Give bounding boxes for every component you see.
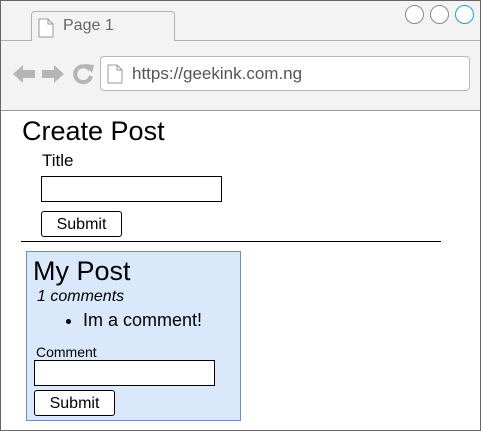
page-icon (38, 18, 54, 43)
tab-label: Page 1 (63, 17, 114, 34)
browser-window: Page 1 https://geekink.com.ng Create Pos… (0, 0, 481, 431)
reload-icon[interactable] (71, 62, 95, 91)
forward-arrow-icon[interactable] (41, 62, 65, 91)
window-circle-button-active[interactable] (455, 5, 474, 24)
window-circle-button[interactable] (430, 5, 449, 24)
page-icon (107, 64, 123, 89)
address-bar[interactable]: https://geekink.com.ng (100, 56, 470, 91)
window-circle-button[interactable] (405, 5, 424, 24)
comment-count: 1 comments (37, 288, 125, 305)
create-post-heading: Create Post (22, 116, 165, 146)
tab-page-1[interactable]: Page 1 (31, 11, 175, 41)
create-post-submit-button[interactable]: Submit (41, 211, 122, 237)
comment-list: Im a comment! (37, 310, 202, 331)
comment-label: Comment (36, 344, 97, 360)
url-text: https://geekink.com.ng (132, 64, 303, 83)
post-title: My Post (33, 256, 131, 286)
title-label: Title (42, 151, 74, 170)
post-card: My Post 1 comments Im a comment! Comment… (26, 251, 241, 421)
title-input[interactable] (41, 176, 222, 202)
back-arrow-icon[interactable] (12, 62, 36, 91)
section-divider (21, 241, 441, 242)
comment-submit-button[interactable]: Submit (34, 390, 115, 416)
comment-input[interactable] (34, 360, 215, 386)
browser-chrome: Page 1 https://geekink.com.ng (1, 1, 480, 111)
comment-item: Im a comment! (83, 310, 202, 331)
